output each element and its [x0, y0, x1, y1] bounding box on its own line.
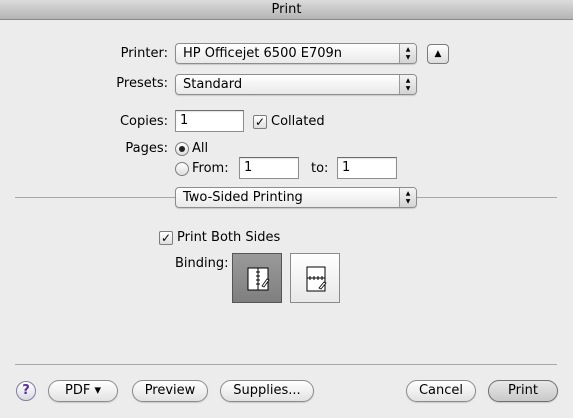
printer-value: HP Officejet 6500 E709n	[183, 46, 343, 61]
window-titlebar: Print	[0, 0, 573, 20]
pages-to-field[interactable]: 1	[337, 157, 397, 179]
pages-from-label: From:	[192, 161, 229, 176]
copies-label: Copies:	[119, 114, 168, 129]
short-edge-binding-icon	[306, 266, 327, 292]
pages-label: Pages:	[125, 141, 168, 156]
pages-from-field[interactable]: 1	[239, 157, 299, 179]
pages-to-label: to:	[311, 161, 329, 176]
preview-button[interactable]: Preview	[132, 380, 208, 402]
long-edge-binding-icon	[247, 267, 270, 291]
pages-all-radio[interactable]	[175, 142, 189, 156]
section-popup[interactable]: Two-Sided Printing ▲ ▼	[175, 187, 417, 208]
triangle-up-icon: ▲	[434, 49, 442, 59]
cancel-button[interactable]: Cancel	[406, 380, 476, 402]
section-value: Two-Sided Printing	[183, 190, 303, 205]
print-button[interactable]: Print	[488, 380, 558, 402]
footer-divider	[15, 364, 557, 365]
binding-label: Binding:	[175, 256, 229, 271]
collated-label: Collated	[271, 114, 325, 129]
help-button[interactable]: ?	[16, 381, 36, 401]
short-edge-binding-button[interactable]	[290, 253, 340, 303]
printer-popup[interactable]: HP Officejet 6500 E709n ▲ ▼	[175, 43, 417, 64]
printer-details-toggle-button[interactable]: ▲	[427, 44, 449, 64]
popup-arrows-icon: ▲ ▼	[399, 44, 416, 63]
pdf-menu-button[interactable]: PDF ▾	[48, 380, 118, 402]
printer-label: Printer:	[120, 46, 168, 61]
presets-popup[interactable]: Standard ▲ ▼	[175, 74, 417, 95]
print-both-sides-checkbox[interactable]: ✓	[159, 231, 173, 245]
collated-checkbox[interactable]: ✓	[253, 115, 267, 129]
pages-all-label: All	[192, 141, 209, 156]
supplies-button[interactable]: Supplies...	[220, 380, 314, 402]
pages-from-radio[interactable]	[175, 162, 189, 176]
print-both-sides-label: Print Both Sides	[177, 230, 281, 245]
window-title: Print	[271, 2, 302, 17]
copies-field[interactable]: 1	[175, 110, 244, 132]
presets-value: Standard	[183, 77, 243, 92]
presets-label: Presets:	[116, 76, 168, 91]
popup-arrows-icon: ▲ ▼	[399, 188, 416, 207]
long-edge-binding-button[interactable]	[232, 253, 282, 303]
popup-arrows-icon: ▲ ▼	[399, 75, 416, 94]
